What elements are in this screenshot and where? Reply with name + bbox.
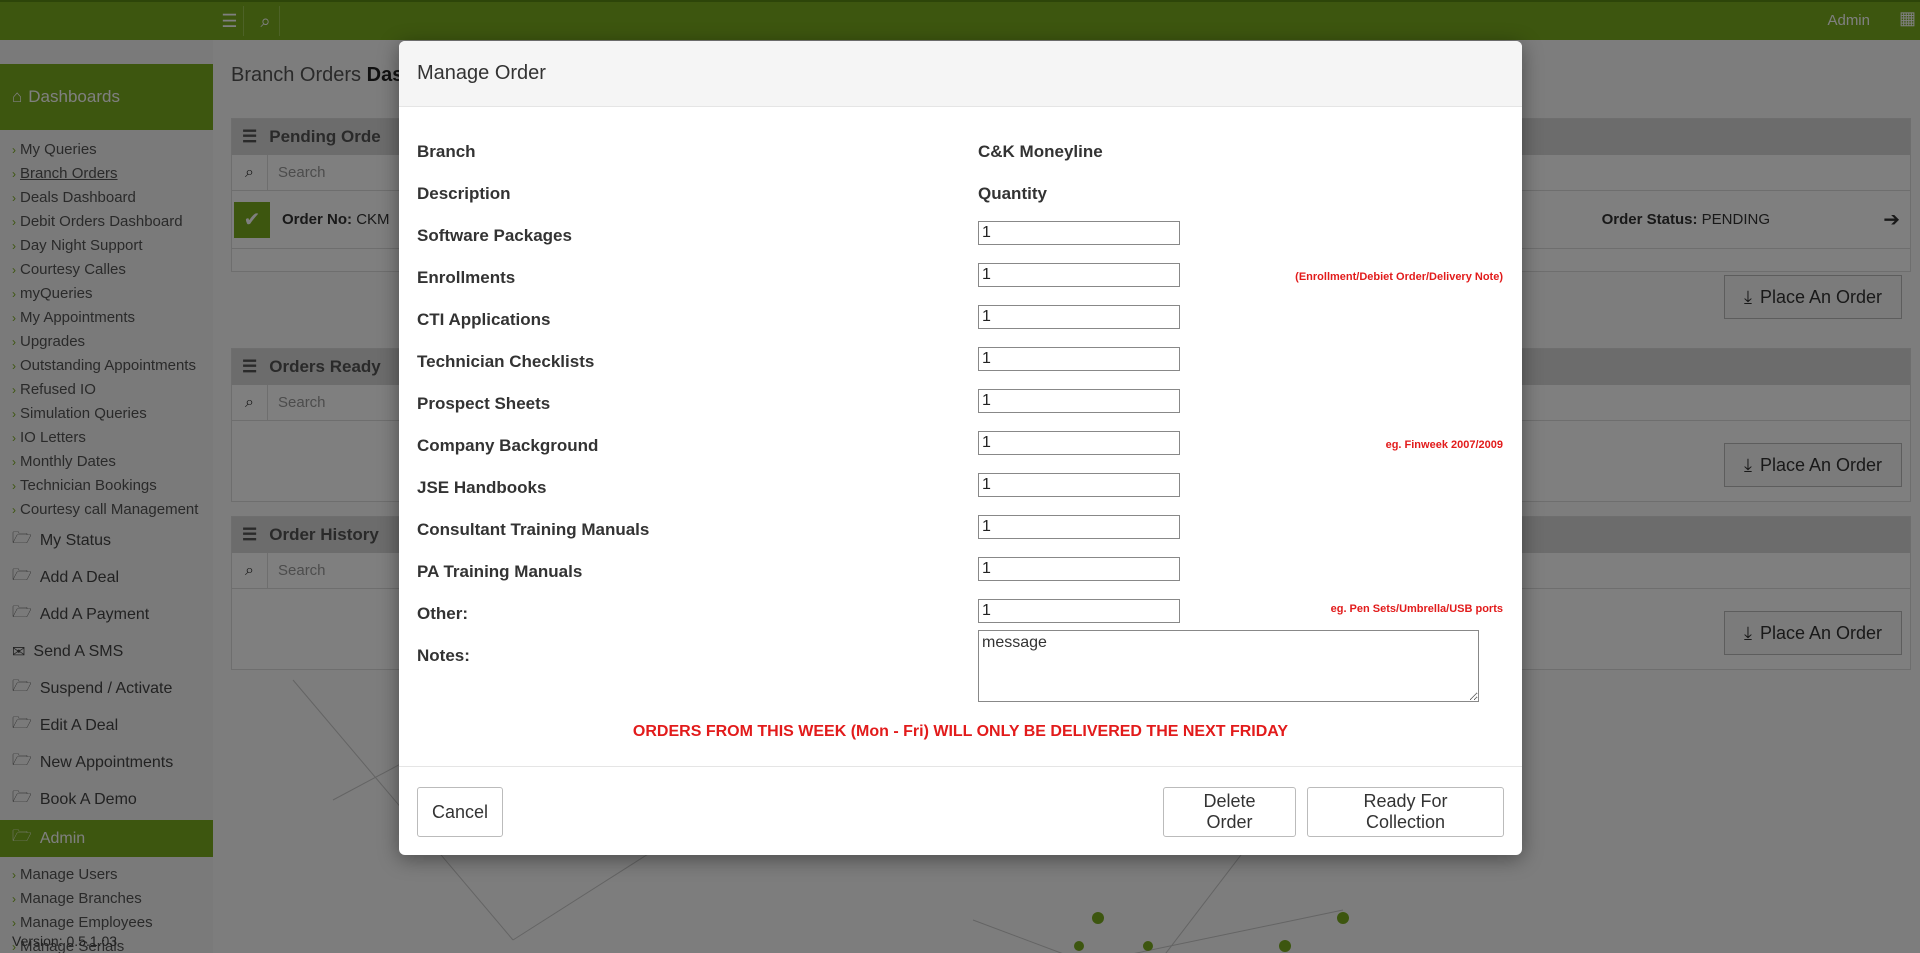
- branch-row: Branch C&K Moneyline: [399, 142, 1522, 172]
- quantity-input[interactable]: [978, 305, 1180, 329]
- item-row-consultant-training-manuals: Consultant Training Manuals: [399, 515, 1522, 550]
- delivery-warning: ORDERS FROM THIS WEEK (Mon - Fri) WILL O…: [632, 723, 1289, 740]
- item-row-enrollments: Enrollments (Enrollment/Debiet Order/Del…: [399, 263, 1522, 298]
- modal-header: Manage Order: [399, 41, 1522, 107]
- item-hint: eg. Pen Sets/Umbrella/USB ports: [1330, 603, 1503, 615]
- description-label: Description: [417, 184, 511, 203]
- delete-order-button[interactable]: Delete Order: [1163, 787, 1296, 837]
- item-label: CTI Applications: [417, 310, 551, 329]
- cancel-button[interactable]: Cancel: [417, 787, 503, 837]
- modal-title: Manage Order: [417, 62, 546, 84]
- item-label: Software Packages: [417, 226, 572, 245]
- branch-label: Branch: [417, 142, 476, 161]
- item-label: Other:: [417, 604, 468, 623]
- notes-label: Notes:: [417, 646, 470, 665]
- quantity-input[interactable]: [978, 515, 1180, 539]
- quantity-input[interactable]: [978, 599, 1180, 623]
- item-label: PA Training Manuals: [417, 562, 583, 581]
- quantity-input[interactable]: [978, 221, 1180, 245]
- quantity-input[interactable]: [978, 389, 1180, 413]
- ready-for-collection-button[interactable]: Ready For Collection: [1307, 787, 1504, 837]
- quantity-input[interactable]: [978, 263, 1180, 287]
- item-row-jse-handbooks: JSE Handbooks: [399, 473, 1522, 508]
- manage-order-modal: Manage Order Branch C&K Moneyline Descri…: [399, 41, 1522, 855]
- item-label: Technician Checklists: [417, 352, 595, 371]
- item-hint: eg. Finweek 2007/2009: [1385, 439, 1503, 451]
- quantity-input[interactable]: [978, 557, 1180, 581]
- notes-textarea[interactable]: message: [978, 630, 1479, 702]
- item-label: JSE Handbooks: [417, 478, 547, 497]
- item-hint: (Enrollment/Debiet Order/Delivery Note): [1295, 271, 1503, 283]
- item-row-cti-applications: CTI Applications: [399, 305, 1522, 340]
- item-label: Company Background: [417, 436, 599, 455]
- branch-value: C&K Moneyline: [978, 142, 1103, 161]
- item-label: Enrollments: [417, 268, 516, 287]
- item-row-pa-training-manuals: PA Training Manuals: [399, 557, 1522, 592]
- item-row-software-packages: Software Packages: [399, 221, 1522, 256]
- item-label: Prospect Sheets: [417, 394, 551, 413]
- quantity-label: Quantity: [978, 184, 1047, 203]
- item-row-company-background: Company Background eg. Finweek 2007/2009: [399, 431, 1522, 466]
- item-row-technician-checklists: Technician Checklists: [399, 347, 1522, 382]
- item-label: Consultant Training Manuals: [417, 520, 650, 539]
- description-row: Description Quantity: [399, 184, 1522, 214]
- quantity-input[interactable]: [978, 473, 1180, 497]
- quantity-input[interactable]: [978, 431, 1180, 455]
- item-row-prospect-sheets: Prospect Sheets: [399, 389, 1522, 424]
- quantity-input[interactable]: [978, 347, 1180, 371]
- modal-footer: Cancel Delete Order Ready For Collection: [399, 766, 1522, 855]
